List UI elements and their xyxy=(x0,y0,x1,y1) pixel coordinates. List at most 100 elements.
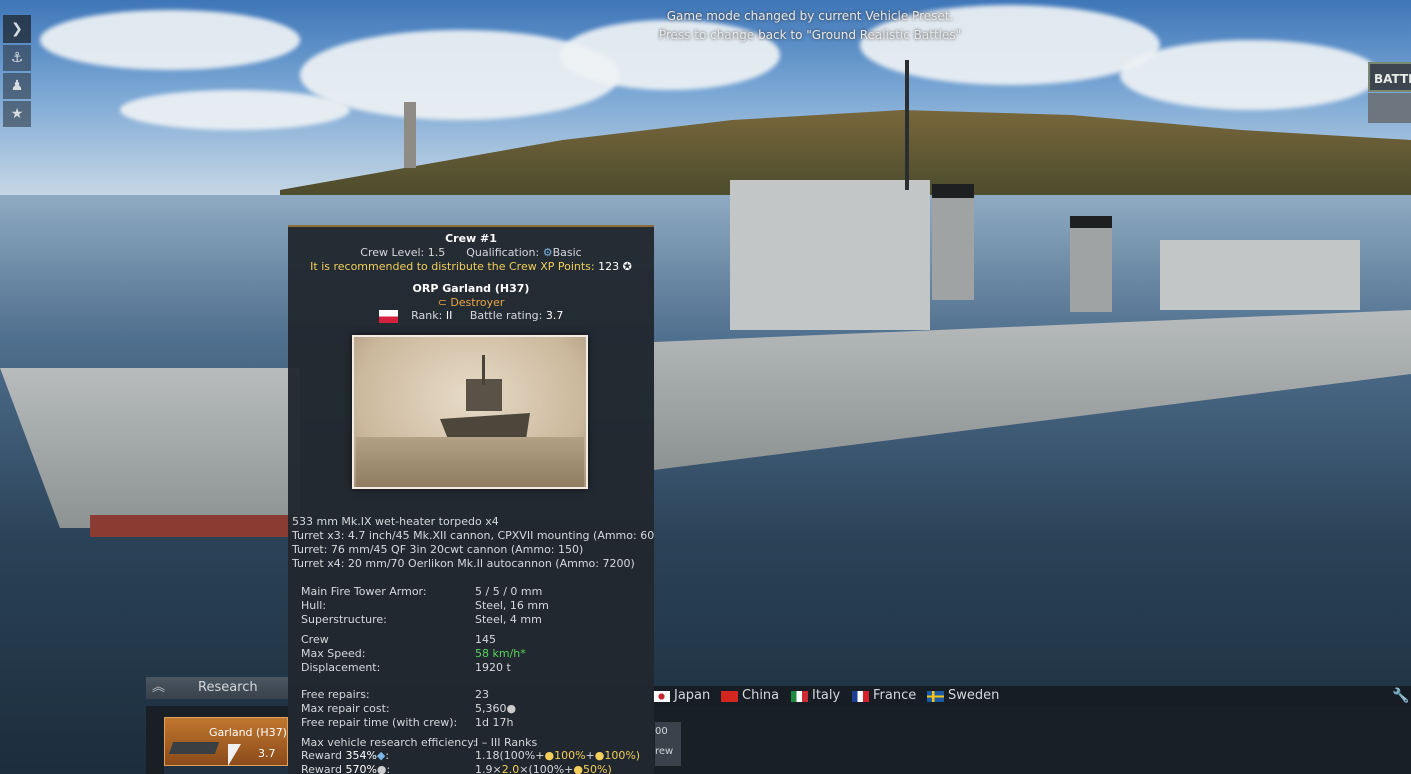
premium-icon: ● xyxy=(544,749,555,762)
nation-label: France xyxy=(873,688,917,703)
rank-label: Rank: xyxy=(411,309,443,322)
economy-value-wrap: 5,360● xyxy=(475,702,516,715)
silver-lions-icon: ● xyxy=(376,763,387,774)
crew-xp-points: 123 xyxy=(598,260,620,273)
br-label: Battle rating: xyxy=(469,309,543,322)
ship-funnel xyxy=(932,190,974,300)
research-tab[interactable]: ︽ Research xyxy=(146,677,288,699)
reward-rp-label-wrap: Reward 354%◆: xyxy=(301,749,390,762)
mouse-cursor-icon xyxy=(228,744,241,766)
sweden-flag-icon xyxy=(927,690,944,702)
crew-xp-text: It is recommended to distribute the Crew… xyxy=(310,260,595,273)
premium-icon: ● xyxy=(573,763,584,774)
ship-aft-deck xyxy=(1160,240,1360,310)
france-flag-icon xyxy=(852,690,869,702)
photo-sea xyxy=(356,437,584,487)
ship-funnel xyxy=(1070,222,1112,312)
economy-label: Free repairs: xyxy=(301,688,370,701)
reward-sl-pct: 570% xyxy=(345,763,377,774)
armor-label: Main Fire Tower Armor: xyxy=(301,585,427,598)
cloud xyxy=(40,10,300,70)
wrench-icon[interactable]: 🔧 xyxy=(1392,688,1409,704)
research-tab-label: Research xyxy=(198,680,258,695)
crew-level-label: Crew Level: xyxy=(360,246,425,259)
stat-label: Max Speed: xyxy=(301,647,366,660)
rp-icon: ◆ xyxy=(376,749,386,762)
nation-label: Japan xyxy=(674,688,711,703)
stat-value: 145 xyxy=(475,633,496,646)
crew-title: Crew #1 xyxy=(445,232,497,245)
reward-rp-part: 100%) xyxy=(604,749,641,762)
notice-line-1: Game mode changed by current Vehicle Pre… xyxy=(666,9,954,23)
left-toolbar: ❯ ⚓ ♟ ★ xyxy=(3,15,31,129)
rank-value: II xyxy=(445,309,453,322)
lighthouse xyxy=(404,102,416,168)
reward-sl-label-wrap: Reward 570%●: xyxy=(301,763,391,774)
vehicle-card-br: 3.7 xyxy=(258,747,276,760)
armor-value: 5 / 5 / 0 mm xyxy=(475,585,543,598)
vehicle-card-garland[interactable]: Garland (H37) 3.7 xyxy=(164,717,288,766)
armament-line: Turret x3: 4.7 inch/45 Mk.XII cannon, CP… xyxy=(292,529,654,542)
max-speed-value: 58 km/h* xyxy=(475,647,526,660)
qualification-gear-icon: ⚙ xyxy=(542,246,553,259)
economy-label: Max repair cost: xyxy=(301,702,390,715)
vehicle-class-line: ⊂ Destroyer xyxy=(288,296,654,309)
cloud xyxy=(120,90,350,130)
armament-line: Turret x4: 20 mm/70 Oerlikon Mk.II autoc… xyxy=(292,557,635,570)
ship-funnel-top xyxy=(932,184,974,198)
reward-rp-pct: 354% xyxy=(345,749,377,762)
expand-chevron-icon[interactable]: ❯ xyxy=(3,15,31,43)
armor-label: Superstructure: xyxy=(301,613,387,626)
vehicle-tooltip: Crew #1 Crew Level: 1.5 Qualification: ⚙… xyxy=(288,225,654,774)
nation-label: Sweden xyxy=(948,688,1000,703)
armor-value: Steel, 4 mm xyxy=(475,613,542,626)
crew-card-top: 00 xyxy=(655,726,668,737)
reward-rp-part: 100% xyxy=(554,749,586,762)
reward-sl-base: 1.9 xyxy=(475,763,493,774)
ship-silhouette-icon[interactable]: ⚓ xyxy=(3,45,31,71)
silver-lions-icon: ● xyxy=(506,702,517,715)
research-eff-label: Max vehicle research efficiency: xyxy=(301,736,477,749)
stat-label: Crew xyxy=(301,633,329,646)
research-eff-value: I – III Ranks xyxy=(475,736,538,749)
photo-ship-mast xyxy=(482,355,485,385)
nation-tab-china[interactable]: China xyxy=(721,686,779,706)
battle-button[interactable]: BATTL xyxy=(1368,62,1411,92)
armor-value: Steel, 16 mm xyxy=(475,599,549,612)
collapse-chevron-icon: ︽ xyxy=(152,680,166,695)
star-favorite-icon[interactable]: ★ xyxy=(3,101,31,127)
reward-rp-part: + xyxy=(585,749,595,762)
crew-card-bottom: rew xyxy=(655,746,674,757)
vehicle-name: ORP Garland (H37) xyxy=(412,282,530,295)
vehicle-card-rank-strip xyxy=(164,766,288,774)
armament-line: 533 mm Mk.IX wet-heater torpedo x4 xyxy=(292,515,499,528)
br-value: 3.7 xyxy=(545,309,564,322)
reward-sl-part: (100%+ xyxy=(528,763,574,774)
preset-notice[interactable]: Game mode changed by current Vehicle Pre… xyxy=(620,7,1000,45)
italy-flag-icon xyxy=(791,690,808,702)
nation-label: China xyxy=(742,688,780,703)
destroyer-icon xyxy=(168,742,220,754)
japan-flag-icon xyxy=(653,690,670,702)
reward-sl-mult: 2.0 xyxy=(501,763,520,774)
nation-tab-sweden[interactable]: Sweden xyxy=(927,686,999,706)
nation-tab-japan[interactable]: Japan xyxy=(653,686,710,706)
booster-icon: ● xyxy=(594,749,605,762)
reward-sl-value: 1.9×2.0×(100%+●50%) xyxy=(475,763,612,774)
battle-mode-button[interactable] xyxy=(1368,93,1411,123)
vehicle-class: Destroyer xyxy=(450,296,505,309)
economy-value: 23 xyxy=(475,688,489,701)
reward-rp-value: 1.18(100%+●100%+●100%) xyxy=(475,749,640,762)
crew-xp-line: It is recommended to distribute the Crew… xyxy=(288,260,654,273)
armament-line: Turret: 76 mm/45 QF 3in 20cwt cannon (Am… xyxy=(292,543,584,556)
crew-icon[interactable]: ♟ xyxy=(3,73,31,99)
crew-card[interactable]: 00 rew xyxy=(655,722,681,766)
crew-xp-star-icon: ✪ xyxy=(619,260,632,273)
nation-tab-france[interactable]: France xyxy=(852,686,916,706)
reward-sl-part: 50%) xyxy=(583,763,612,774)
ship-waterline xyxy=(90,515,300,537)
nation-tab-italy[interactable]: Italy xyxy=(791,686,840,706)
scene-background xyxy=(0,0,1411,774)
qualification-label: Qualification: xyxy=(466,246,540,259)
armor-label: Hull: xyxy=(301,599,327,612)
